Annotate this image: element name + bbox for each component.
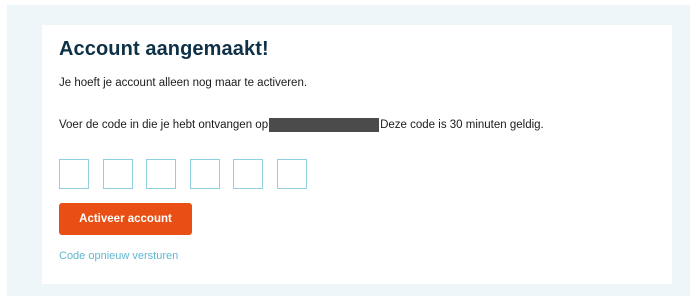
code-instruction: Voer de code in die je hebt ontvangen op… (59, 118, 544, 132)
code-validity-text: Deze code is 30 minuten geldig. (380, 119, 544, 131)
page-title: Account aangemaakt! (59, 38, 269, 60)
code-digit-1[interactable] (59, 159, 89, 189)
code-digit-5[interactable] (233, 159, 264, 189)
code-instruction-text: Voer de code in die je hebt ontvangen op (59, 119, 269, 131)
code-digit-4[interactable] (189, 159, 220, 189)
activate-account-button[interactable]: Activeer account (59, 203, 192, 235)
code-digit-2[interactable] (102, 159, 133, 189)
activation-card: Account aangemaakt! Je hoeft je account … (42, 25, 672, 284)
code-digit-3[interactable] (146, 159, 177, 189)
code-digit-6[interactable] (276, 159, 307, 189)
code-input-group (59, 159, 307, 189)
resend-code-link[interactable]: Code opnieuw versturen (59, 250, 178, 262)
redacted-email (269, 118, 380, 132)
activation-subtitle: Je hoeft je account alleen nog maar te a… (59, 77, 308, 89)
